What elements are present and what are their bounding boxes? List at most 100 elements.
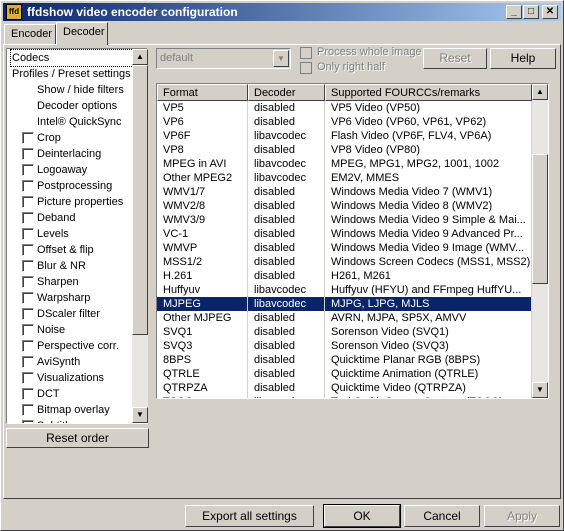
filter-checkbox[interactable]: [22, 132, 34, 144]
filter-checkbox[interactable]: [22, 276, 34, 288]
table-cell: QTRPZA: [157, 381, 248, 395]
cancel-button[interactable]: Cancel: [404, 505, 480, 527]
table-cell: WMVP: [157, 241, 248, 255]
table-row[interactable]: Other MPEG2 libavcodec EM2V, MMES: [157, 171, 532, 185]
tree-item[interactable]: Intel® QuickSync: [37, 114, 122, 130]
filter-checkbox[interactable]: [22, 340, 34, 352]
help-button[interactable]: Help: [490, 48, 556, 69]
tree-item-label: Sharpen: [37, 276, 79, 288]
ffdshow-app-icon[interactable]: ffd: [6, 4, 22, 20]
maximize-button[interactable]: □: [523, 5, 539, 19]
scroll-down-icon[interactable]: ▼: [532, 382, 548, 398]
filter-checkbox[interactable]: [22, 292, 34, 304]
tree-item[interactable]: Subtitles: [37, 418, 79, 423]
filter-checkbox[interactable]: [22, 180, 34, 192]
table-row[interactable]: VP6F libavcodec Flash Video (VP6F, FLV4, V…: [157, 129, 532, 143]
apply-button[interactable]: Apply: [484, 505, 560, 527]
table-cell: VP6F: [157, 129, 248, 143]
table-row[interactable]: SVQ3 disabled Sorenson Video (SVQ3): [157, 339, 532, 353]
table-scrollbar[interactable]: ▲ ▼: [532, 84, 548, 398]
tree-item[interactable]: DCT: [37, 386, 60, 402]
table-row[interactable]: VC-1 disabled Windows Media Video 9 Advanc…: [157, 227, 532, 241]
tree-item[interactable]: Picture properties: [37, 194, 123, 210]
filter-checkbox[interactable]: [22, 324, 34, 336]
tree-item[interactable]: Show / hide filters: [37, 82, 124, 98]
tree-item[interactable]: Visualizations: [37, 370, 104, 386]
tab-decoder[interactable]: Decoder: [56, 22, 108, 45]
tree-item[interactable]: Decoder options: [37, 98, 117, 114]
tree-item[interactable]: Deband: [37, 210, 76, 226]
title-bar[interactable]: ffd ffdshow video encoder configuration …: [3, 3, 561, 21]
tree-item-label: Blur & NR: [37, 260, 86, 272]
filter-checkbox[interactable]: [22, 196, 34, 208]
scroll-thumb[interactable]: [532, 154, 548, 284]
table-row[interactable]: MSS1/2 disabled Windows Screen Codecs (MSS…: [157, 255, 532, 269]
tree-item[interactable]: Codecs: [10, 49, 136, 67]
process-whole-image-checkbox[interactable]: [300, 47, 312, 59]
filter-checkbox[interactable]: [22, 148, 34, 160]
table-row[interactable]: WMVP disabled Windows Media Video 9 Image …: [157, 241, 532, 255]
tree-item[interactable]: Profiles / Preset settings: [12, 66, 131, 82]
scroll-down-icon[interactable]: ▼: [132, 407, 148, 423]
filter-checkbox[interactable]: [22, 244, 34, 256]
tree-item[interactable]: Blur & NR: [37, 258, 86, 274]
tree-scrollbar[interactable]: ▲ ▼: [132, 49, 148, 423]
filter-checkbox[interactable]: [22, 308, 34, 320]
preset-combo[interactable]: default ▼: [156, 48, 291, 69]
table-row[interactable]: QTRPZA disabled Quicktime Video (QTRPZA): [157, 381, 532, 395]
filter-checkbox[interactable]: [22, 420, 34, 423]
filter-checkbox[interactable]: [22, 372, 34, 384]
filter-checkbox[interactable]: [22, 356, 34, 368]
scroll-up-icon[interactable]: ▲: [132, 49, 148, 65]
table-row[interactable]: MPEG in AVI libavcodec MPEG, MPG1, MPG2, 1…: [157, 157, 532, 171]
filter-checkbox[interactable]: [22, 228, 34, 240]
tree-item[interactable]: Noise: [37, 322, 65, 338]
filter-checkbox[interactable]: [22, 212, 34, 224]
column-header-decoder[interactable]: Decoder: [248, 84, 325, 101]
reset-order-button[interactable]: Reset order: [6, 428, 149, 448]
tree-item[interactable]: Levels: [37, 226, 69, 242]
table-cell: disabled: [248, 339, 325, 353]
table-row[interactable]: QTRLE disabled Quicktime Animation (QTRLE): [157, 367, 532, 381]
tab-encoder[interactable]: Encoder: [4, 24, 56, 44]
column-header-fourccs[interactable]: Supported FOURCCs/remarks: [325, 84, 532, 101]
filter-checkbox[interactable]: [22, 260, 34, 272]
table-row[interactable]: VP8 disabled VP8 Video (VP80): [157, 143, 532, 157]
tree-item[interactable]: Crop: [37, 130, 61, 146]
table-row[interactable]: WMV1/7 disabled Windows Media Video 7 (WMV…: [157, 185, 532, 199]
filter-checkbox[interactable]: [22, 404, 34, 416]
table-row[interactable]: VP5 disabled VP5 Video (VP50): [157, 101, 532, 115]
table-row[interactable]: SVQ1 disabled Sorenson Video (SVQ1): [157, 325, 532, 339]
table-row[interactable]: VP6 disabled VP6 Video (VP60, VP61, VP62): [157, 115, 532, 129]
table-row[interactable]: 8BPS disabled Quicktime Planar RGB (8BPS): [157, 353, 532, 367]
tree-item[interactable]: Logoaway: [37, 162, 87, 178]
only-right-half-checkbox[interactable]: [300, 62, 312, 74]
table-row[interactable]: MJPEG libavcodec MJPG, LJPG, MJLS: [157, 297, 532, 311]
table-row[interactable]: WMV3/9 disabled Windows Media Video 9 Simp…: [157, 213, 532, 227]
export-all-settings-button[interactable]: Export all settings: [185, 505, 314, 527]
filter-checkbox[interactable]: [22, 164, 34, 176]
table-row[interactable]: WMV2/8 disabled Windows Media Video 8 (WMV…: [157, 199, 532, 213]
tree-item[interactable]: Sharpen: [37, 274, 79, 290]
tree-item[interactable]: Bitmap overlay: [37, 402, 110, 418]
table-row[interactable]: H.261 disabled H261, M261: [157, 269, 532, 283]
scroll-up-icon[interactable]: ▲: [532, 84, 548, 100]
reset-button[interactable]: Reset: [423, 48, 487, 69]
scroll-thumb[interactable]: [132, 65, 148, 335]
table-row[interactable]: TSCClibavcodecTechSmith Screen Capture (…: [157, 395, 532, 398]
filter-checkbox[interactable]: [22, 388, 34, 400]
column-header-format[interactable]: Format: [157, 84, 248, 101]
tree-item[interactable]: AviSynth: [37, 354, 80, 370]
chevron-down-icon[interactable]: ▼: [273, 50, 289, 67]
tree-item[interactable]: Deinterlacing: [37, 146, 101, 162]
table-row[interactable]: Other MJPEG disabled AVRN, MJPA, SP5X, AMV…: [157, 311, 532, 325]
minimize-button[interactable]: _: [506, 5, 522, 19]
tree-item[interactable]: Offset & flip: [37, 242, 94, 258]
table-row[interactable]: Huffyuv libavcodec Huffyuv (HFYU) and FFmp…: [157, 283, 532, 297]
tree-item[interactable]: Warpsharp: [37, 290, 90, 306]
tree-item[interactable]: Perspective corr.: [37, 338, 119, 354]
tree-item[interactable]: Postprocessing: [37, 178, 112, 194]
close-button[interactable]: ✕: [542, 5, 558, 19]
tree-item[interactable]: DScaler filter: [37, 306, 100, 322]
ok-button[interactable]: OK: [323, 504, 401, 528]
